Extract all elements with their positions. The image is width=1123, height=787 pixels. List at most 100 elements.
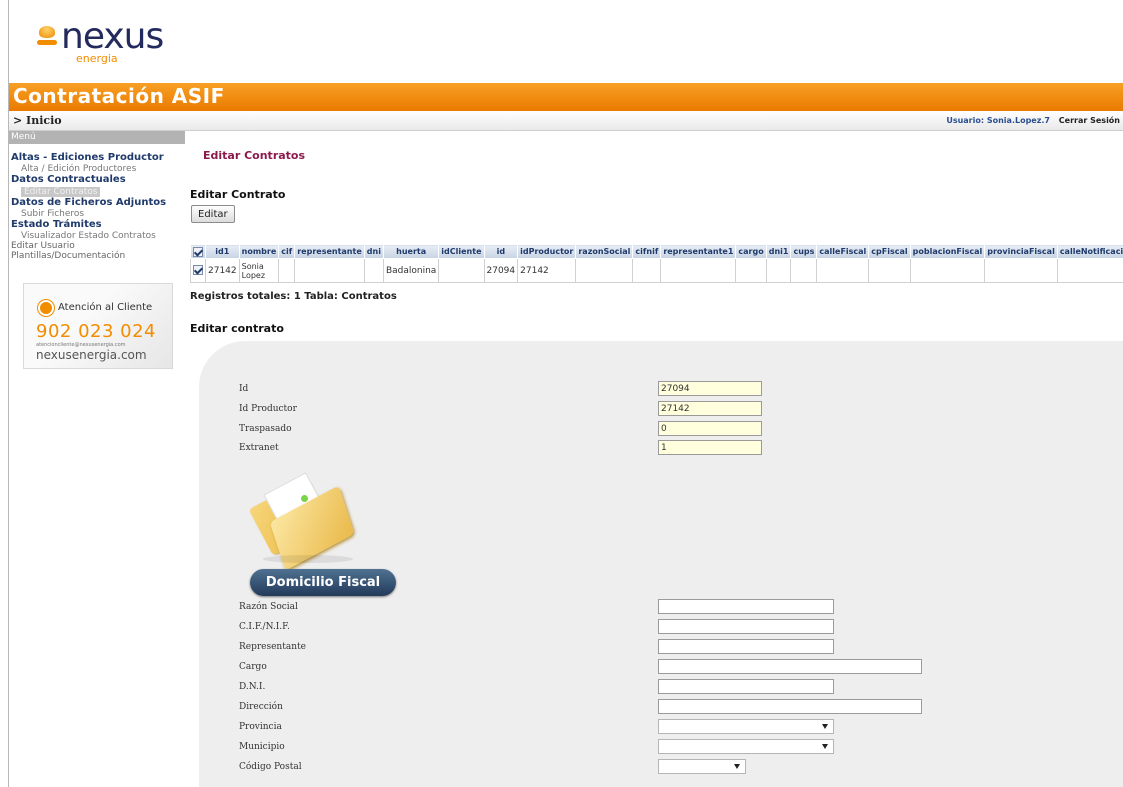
field-input[interactable] bbox=[658, 401, 762, 416]
table-cell bbox=[278, 258, 296, 283]
table-cell: 27094 bbox=[483, 258, 519, 283]
field-label: Razón Social bbox=[239, 602, 298, 612]
table-cell bbox=[660, 258, 737, 283]
field-label: Id Productor bbox=[239, 404, 297, 414]
user-label: Usuario: Sonia.Lopez.7 bbox=[946, 116, 1050, 125]
column-header[interactable]: provinciaFiscal bbox=[984, 244, 1058, 259]
menu-item-editar-usuario[interactable]: Editar Usuario bbox=[11, 241, 185, 251]
menu-section-estado-tramites[interactable]: Estado Trámites bbox=[11, 219, 185, 231]
field-select[interactable] bbox=[658, 719, 834, 734]
column-header[interactable]: representante1 bbox=[660, 244, 737, 259]
menu-list: Altas - Ediciones Productor Alta / Edici… bbox=[9, 144, 185, 261]
phone-icon bbox=[38, 300, 54, 316]
column-header[interactable]: nombre bbox=[238, 244, 280, 259]
table-cell bbox=[765, 258, 792, 283]
column-header[interactable]: cif bbox=[278, 244, 296, 259]
menu-item-alta-productores[interactable]: Alta / Edición Productores bbox=[11, 164, 185, 174]
field-input[interactable] bbox=[658, 381, 762, 396]
select-all-checkbox[interactable] bbox=[190, 244, 206, 259]
field-input[interactable] bbox=[658, 699, 922, 714]
chevron-down-icon bbox=[822, 724, 828, 729]
main-content: Editar Contratos Editar Contrato Editar … bbox=[185, 131, 1123, 787]
menu-section-altas[interactable]: Altas - Ediciones Productor bbox=[11, 152, 185, 164]
app-title-bar: Contratación ASIF bbox=[9, 83, 1123, 111]
row-checkbox[interactable] bbox=[190, 258, 206, 283]
table-cell bbox=[1056, 258, 1123, 283]
column-header[interactable]: cifnif bbox=[632, 244, 662, 259]
column-header[interactable]: razonSocial bbox=[575, 244, 634, 259]
table-cell: 27142 bbox=[205, 258, 240, 283]
field-label: D.N.I. bbox=[239, 682, 266, 692]
table-row[interactable]: 27142 Sonia Lopez Badalonina 27094 27142 bbox=[190, 258, 1123, 283]
menu-item-subir-ficheros[interactable]: Subir Ficheros bbox=[11, 209, 185, 219]
field-label: Traspasado bbox=[239, 424, 292, 434]
column-header[interactable]: id bbox=[483, 244, 519, 259]
edit-button[interactable]: Editar bbox=[191, 205, 235, 223]
column-header[interactable]: dni bbox=[363, 244, 384, 259]
column-header[interactable]: cargo bbox=[735, 244, 767, 259]
field-label: Municipio bbox=[239, 742, 285, 752]
menu-item-visualizador-estado[interactable]: Visualizador Estado Contratos bbox=[11, 231, 185, 241]
logo-text: nexus bbox=[61, 16, 164, 57]
app-title: Contratación ASIF bbox=[13, 84, 225, 108]
field-input[interactable] bbox=[658, 421, 762, 436]
logo-swoosh-icon bbox=[37, 40, 57, 45]
table-cell: Badalonina bbox=[382, 258, 440, 283]
logout-link[interactable]: Cerrar Sesión bbox=[1059, 116, 1120, 125]
page-title: Editar Contratos bbox=[203, 149, 306, 162]
chevron-down-icon bbox=[822, 744, 828, 749]
table-cell: 27142 bbox=[517, 258, 577, 283]
section-title-editar-contrato: Editar Contrato bbox=[190, 188, 286, 201]
menu-item-editar-contratos[interactable]: Editar Contratos bbox=[21, 187, 101, 197]
field-label: Representante bbox=[239, 642, 306, 652]
folder-icon bbox=[243, 469, 369, 571]
nav-bar: > Inicio Usuario: Sonia.Lopez.7 Cerrar S… bbox=[9, 111, 1123, 131]
table-cell bbox=[294, 258, 365, 283]
table-cell bbox=[868, 258, 911, 283]
column-header[interactable]: idCliente bbox=[438, 244, 485, 259]
field-input[interactable] bbox=[658, 619, 834, 634]
customer-service-banner[interactable]: Atención al Cliente 902 023 024 atencion… bbox=[23, 283, 173, 369]
field-input[interactable] bbox=[658, 639, 834, 654]
column-header[interactable]: dni1 bbox=[765, 244, 792, 259]
contract-form-panel: Domicilio Fiscal Id Id Productor Traspasad… bbox=[199, 341, 1123, 787]
table-cell bbox=[363, 258, 384, 283]
column-header[interactable]: idProductor bbox=[517, 244, 577, 259]
menu-item-plantillas[interactable]: Plantillas/Documentación bbox=[11, 251, 185, 261]
column-header[interactable]: id1 bbox=[205, 244, 240, 259]
contracts-table: id1 nombre cif representante dni huerta idClie… bbox=[190, 244, 1123, 283]
logo-sun-icon bbox=[39, 26, 55, 38]
user-area: Usuario: Sonia.Lopez.7 Cerrar Sesión bbox=[946, 116, 1120, 125]
table-cell bbox=[909, 258, 986, 283]
column-header[interactable]: cpFiscal bbox=[868, 244, 911, 259]
field-label: Provincia bbox=[239, 722, 282, 732]
menu-section-datos-contractuales[interactable]: Datos Contractuales bbox=[11, 174, 185, 186]
page-frame: nexus energia Contratación ASIF > Inicio… bbox=[8, 0, 1123, 787]
field-label: Cargo bbox=[239, 662, 267, 672]
column-header[interactable]: calleFiscal bbox=[816, 244, 870, 259]
customer-service-web: nexusenergia.com bbox=[36, 348, 147, 362]
field-input[interactable] bbox=[658, 679, 834, 694]
domicilio-fiscal-button[interactable]: Domicilio Fiscal bbox=[250, 569, 396, 596]
column-header[interactable]: cups bbox=[790, 244, 818, 259]
field-label: Id bbox=[239, 384, 249, 394]
breadcrumb-home-link[interactable]: > Inicio bbox=[13, 114, 62, 127]
field-input[interactable] bbox=[658, 659, 922, 674]
field-select[interactable] bbox=[658, 739, 834, 754]
table-cell: Sonia Lopez bbox=[238, 258, 280, 283]
column-header[interactable]: poblacionFiscal bbox=[909, 244, 986, 259]
table-cell bbox=[790, 258, 818, 283]
field-label: Extranet bbox=[239, 443, 279, 453]
field-input[interactable] bbox=[658, 599, 834, 614]
column-header[interactable]: representante bbox=[294, 244, 365, 259]
column-header[interactable]: calleNotificaciones bbox=[1056, 244, 1123, 259]
field-input[interactable] bbox=[658, 440, 762, 455]
customer-service-label: Atención al Cliente bbox=[58, 302, 153, 313]
table-cell bbox=[984, 258, 1058, 283]
field-label: C.I.F./N.I.F. bbox=[239, 622, 290, 632]
column-header[interactable]: huerta bbox=[382, 244, 440, 259]
field-select[interactable] bbox=[658, 759, 746, 774]
contracts-grid: id1 nombre cif representante dni huerta idClie… bbox=[190, 244, 1123, 289]
menu-section-ficheros-adjuntos[interactable]: Datos de Ficheros Adjuntos bbox=[11, 197, 185, 209]
logo-subtitle: energia bbox=[76, 52, 118, 65]
